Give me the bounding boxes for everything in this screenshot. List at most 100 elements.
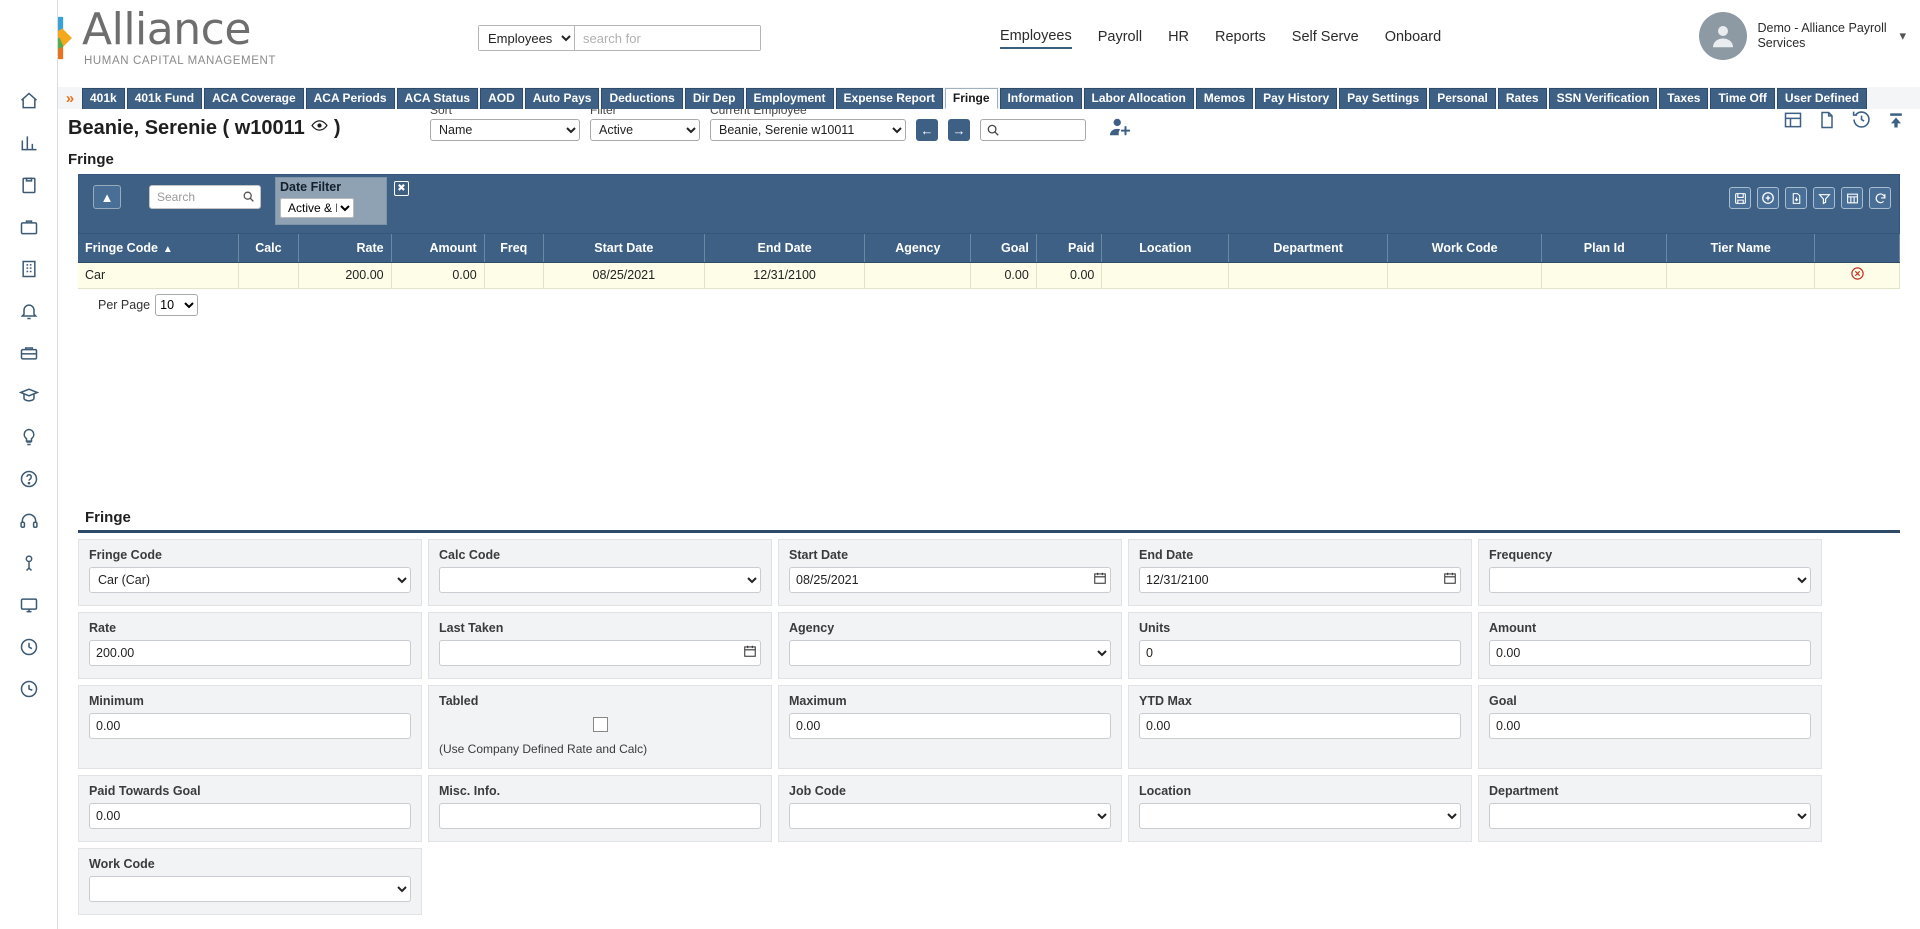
grid-search-input[interactable] [155, 186, 239, 208]
nav-item-payroll[interactable]: Payroll [1098, 29, 1142, 48]
collapse-panel-button[interactable]: ▲ [93, 185, 121, 209]
column-header-calc[interactable]: Calc [238, 234, 299, 263]
add-employee-icon[interactable] [1108, 116, 1132, 141]
previous-employee-button[interactable]: ← [916, 119, 938, 141]
column-header-actions[interactable] [1814, 234, 1900, 263]
field-select-job-code[interactable] [789, 803, 1111, 829]
column-header-plan-id[interactable]: Plan Id [1541, 234, 1668, 263]
user-menu[interactable]: Demo - Alliance Payroll Services ▾ [1699, 12, 1906, 60]
global-search-input[interactable] [575, 26, 760, 50]
field-select-calc-code[interactable] [439, 567, 761, 593]
document-icon[interactable] [1817, 110, 1837, 133]
employee-tab-user-defined[interactable]: User Defined [1776, 88, 1867, 109]
column-header-start-date[interactable]: Start Date [543, 234, 705, 263]
field-input-units[interactable] [1139, 640, 1461, 666]
employee-tab-aca-status[interactable]: ACA Status [396, 88, 479, 109]
home-icon[interactable] [12, 82, 46, 120]
employee-tab-aca-coverage[interactable]: ACA Coverage [204, 88, 304, 109]
nav-item-onboard[interactable]: Onboard [1385, 29, 1441, 48]
field-input-maximum[interactable] [789, 713, 1111, 739]
employee-tab-rates[interactable]: Rates [1497, 88, 1547, 109]
person-icon[interactable] [12, 544, 46, 582]
employee-tab-information[interactable]: Information [999, 88, 1082, 109]
employee-tab-401k-fund[interactable]: 401k Fund [126, 88, 203, 109]
current-employee-select[interactable]: Beanie, Serenie w10011 [710, 119, 906, 141]
delete-row-icon[interactable] [1850, 267, 1865, 284]
field-select-agency[interactable] [789, 640, 1111, 666]
field-input-paid-towards-goal[interactable] [89, 803, 411, 829]
column-header-paid[interactable]: Paid [1036, 234, 1103, 263]
history-clock-icon[interactable] [12, 670, 46, 708]
grid-view-icon[interactable] [1783, 110, 1803, 133]
graduation-icon[interactable] [12, 376, 46, 414]
lightbulb-icon[interactable] [12, 418, 46, 456]
field-select-department[interactable] [1489, 803, 1811, 829]
export-icon[interactable] [1785, 187, 1807, 209]
calendar-icon[interactable] [743, 644, 757, 661]
employee-tab-aca-periods[interactable]: ACA Periods [305, 88, 395, 109]
field-input-start-date[interactable] [789, 567, 1111, 593]
column-chooser-icon[interactable] [1841, 187, 1863, 209]
employee-tab-401k[interactable]: 401k [82, 88, 125, 109]
employee-tab-ssn-verification[interactable]: SSN Verification [1548, 88, 1658, 109]
calendar-icon[interactable] [1093, 571, 1107, 588]
calendar-icon[interactable] [1443, 571, 1457, 588]
help-icon[interactable] [12, 460, 46, 498]
column-header-location[interactable]: Location [1101, 234, 1230, 263]
employee-tab-memos[interactable]: Memos [1195, 88, 1254, 109]
field-input-last-taken[interactable] [439, 640, 761, 666]
sort-select[interactable]: NameEmployee IDHire Date [430, 119, 580, 141]
field-input-goal[interactable] [1489, 713, 1811, 739]
building-icon[interactable] [12, 250, 46, 288]
nav-item-employees[interactable]: Employees [1000, 28, 1072, 49]
date-filter-select[interactable]: Active & FutureActiveAll [280, 198, 354, 218]
field-select-fringe-code[interactable]: Car (Car) [89, 567, 411, 593]
nav-item-reports[interactable]: Reports [1215, 29, 1266, 48]
employee-tab-taxes[interactable]: Taxes [1659, 88, 1709, 109]
employee-tab-expense-report[interactable]: Expense Report [835, 88, 943, 109]
column-header-end-date[interactable]: End Date [704, 234, 866, 263]
column-header-fringe-code[interactable]: Fringe Code ▲ [78, 234, 240, 263]
filter-icon[interactable] [1813, 187, 1835, 209]
field-input-amount[interactable] [1489, 640, 1811, 666]
employee-tab-personal[interactable]: Personal [1429, 88, 1496, 109]
column-header-amount[interactable]: Amount [391, 234, 485, 263]
bell-icon[interactable] [12, 292, 46, 330]
clipboard-icon[interactable] [12, 166, 46, 204]
employee-tab-deductions[interactable]: Deductions [601, 88, 683, 109]
employee-tab-time-off[interactable]: Time Off [1710, 88, 1775, 109]
employee-tab-pay-history[interactable]: Pay History [1255, 88, 1338, 109]
history-icon[interactable] [1851, 109, 1872, 133]
monitor-icon[interactable] [12, 586, 46, 624]
headset-icon[interactable] [12, 502, 46, 540]
search-icon[interactable] [242, 190, 255, 206]
chevron-down-icon[interactable]: ▾ [1899, 28, 1906, 44]
employee-tab-fringe[interactable]: Fringe [944, 88, 998, 109]
refresh-icon[interactable] [1869, 187, 1891, 209]
employee-tab-labor-allocation[interactable]: Labor Allocation [1083, 88, 1194, 109]
field-select-frequency[interactable] [1489, 567, 1811, 593]
upload-icon[interactable] [1886, 110, 1906, 133]
column-header-tier-name[interactable]: Tier Name [1666, 234, 1816, 263]
field-input-end-date[interactable] [1139, 567, 1461, 593]
table-row[interactable]: Car 200.00 0.00 08/25/2021 12/31/2100 0.00 0.0… [78, 262, 1900, 289]
field-input-misc-info[interactable] [439, 803, 761, 829]
add-record-icon[interactable] [1757, 187, 1779, 209]
tabstrip-expand-icon[interactable]: » [58, 87, 82, 109]
close-icon[interactable]: ✖ [394, 181, 409, 196]
employee-tab-employment[interactable]: Employment [745, 88, 834, 109]
filter-select[interactable]: ActiveInactiveAll [590, 119, 700, 141]
employee-tab-auto-pays[interactable]: Auto Pays [524, 88, 600, 109]
employee-search-input[interactable] [1003, 120, 1083, 140]
field-input-ytd-max[interactable] [1139, 713, 1461, 739]
field-input-minimum[interactable] [89, 713, 411, 739]
nav-item-self-serve[interactable]: Self Serve [1292, 29, 1359, 48]
save-layout-icon[interactable] [1729, 187, 1751, 209]
toolbox-icon[interactable] [12, 334, 46, 372]
briefcase-icon[interactable] [12, 208, 46, 246]
field-input-rate[interactable] [89, 640, 411, 666]
analytics-icon[interactable] [12, 124, 46, 162]
field-select-work-code[interactable] [89, 876, 411, 902]
column-header-department[interactable]: Department [1228, 234, 1388, 263]
nav-item-hr[interactable]: HR [1168, 29, 1189, 48]
